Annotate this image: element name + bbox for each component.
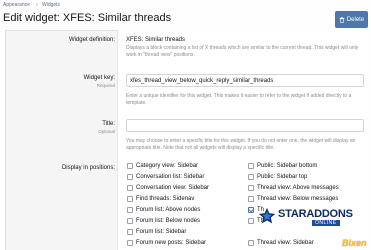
staraddons-watermark: STARADDONS ONLINE Bixen bbox=[252, 204, 371, 250]
page-header: Edit widget: XFES: Similar threads Delet… bbox=[0, 9, 371, 31]
position-label: Forum list: Sidebar bbox=[136, 229, 187, 235]
staraddons-logo-icon bbox=[258, 207, 276, 224]
delete-button[interactable]: Delete bbox=[335, 11, 368, 28]
positions-label: Display in positions: bbox=[61, 165, 115, 171]
checkbox-box[interactable] bbox=[127, 196, 133, 202]
widget-key-label: Widget key: bbox=[83, 75, 115, 81]
checkbox-box[interactable] bbox=[127, 163, 133, 169]
watermark-subtitle: ONLINE bbox=[312, 220, 340, 226]
trash-icon bbox=[339, 16, 345, 23]
position-checkbox[interactable]: Thread view: Below messages bbox=[248, 196, 338, 202]
checkbox-box[interactable] bbox=[248, 174, 254, 180]
widget-key-required: Required bbox=[96, 83, 115, 88]
position-label: Conversation view: Sidebar bbox=[136, 185, 210, 191]
position-checkbox[interactable]: Forum list: Sidebar bbox=[127, 229, 186, 235]
checkbox-box[interactable] bbox=[248, 185, 254, 191]
position-label: Forum list: Above nodes bbox=[136, 207, 201, 213]
page-title: Edit widget: XFES: Similar threads bbox=[3, 12, 172, 24]
position-checkbox[interactable]: Forum list: Above nodes bbox=[127, 207, 200, 213]
title-optional: Optional bbox=[98, 129, 115, 134]
position-label: Conversation list: Sidebar bbox=[136, 174, 205, 180]
widget-key-input[interactable]: xfes_thread_view_below_quick_reply_simil… bbox=[126, 74, 364, 87]
breadcrumb: Appearance › Widgets bbox=[0, 0, 371, 8]
position-checkbox[interactable]: Find threads: Sidenav bbox=[127, 196, 194, 202]
breadcrumb-item-appearance[interactable]: Appearance bbox=[3, 2, 30, 8]
definition-explain: Displays a block containing a list of X … bbox=[126, 45, 359, 58]
checkbox-box[interactable] bbox=[127, 240, 133, 246]
position-label: Public: Sidebar top bbox=[257, 174, 308, 180]
position-checkbox[interactable]: Conversation view: Sidebar bbox=[127, 185, 209, 191]
position-checkbox[interactable]: Forum new posts: Sidebar bbox=[127, 240, 206, 246]
definition-value: XFES: Similar threads bbox=[126, 37, 186, 43]
breadcrumb-separator: › bbox=[36, 2, 38, 8]
position-checkbox[interactable]: Conversation list: Sidebar bbox=[127, 174, 204, 180]
position-checkbox[interactable]: Public: Sidebar top bbox=[248, 174, 307, 180]
position-label: Public: Sidebar bottom bbox=[257, 163, 318, 169]
position-label: Thread view: Above messages bbox=[257, 185, 339, 191]
definition-label: Widget definition: bbox=[68, 37, 115, 43]
title-explain: You may choose to enter a specific title… bbox=[126, 138, 356, 151]
watermark-signature: Bixen bbox=[342, 238, 367, 248]
checkbox-box[interactable] bbox=[127, 218, 133, 224]
position-label: Category view: Sidebar bbox=[136, 163, 199, 169]
title-label: Title: bbox=[102, 121, 115, 127]
checkbox-box[interactable] bbox=[127, 207, 133, 213]
checkbox-box[interactable] bbox=[248, 196, 254, 202]
delete-button-label: Delete bbox=[346, 16, 365, 23]
breadcrumb-item-widgets[interactable]: Widgets bbox=[42, 2, 60, 8]
title-input[interactable] bbox=[126, 119, 364, 132]
position-checkbox[interactable]: Thread view: Above messages bbox=[248, 185, 339, 191]
checkbox-box[interactable] bbox=[248, 163, 254, 169]
checkbox-box[interactable] bbox=[127, 174, 133, 180]
watermark-title: STARADDONS bbox=[278, 208, 353, 220]
checkbox-box[interactable] bbox=[127, 229, 133, 235]
widget-key-explain: Enter a unique identifier for this widge… bbox=[126, 93, 352, 106]
position-label: Forum new posts: Sidebar bbox=[136, 240, 207, 246]
position-label: Thread view: Below messages bbox=[257, 196, 339, 202]
position-checkbox[interactable]: Public: Sidebar bottom bbox=[248, 163, 317, 169]
position-checkbox[interactable]: Category view: Sidebar bbox=[127, 163, 198, 169]
position-label: Forum list: Below nodes bbox=[136, 218, 201, 224]
checkbox-box[interactable] bbox=[127, 185, 133, 191]
position-label: Find threads: Sidenav bbox=[136, 196, 195, 202]
position-checkbox[interactable]: Forum list: Below nodes bbox=[127, 218, 200, 224]
